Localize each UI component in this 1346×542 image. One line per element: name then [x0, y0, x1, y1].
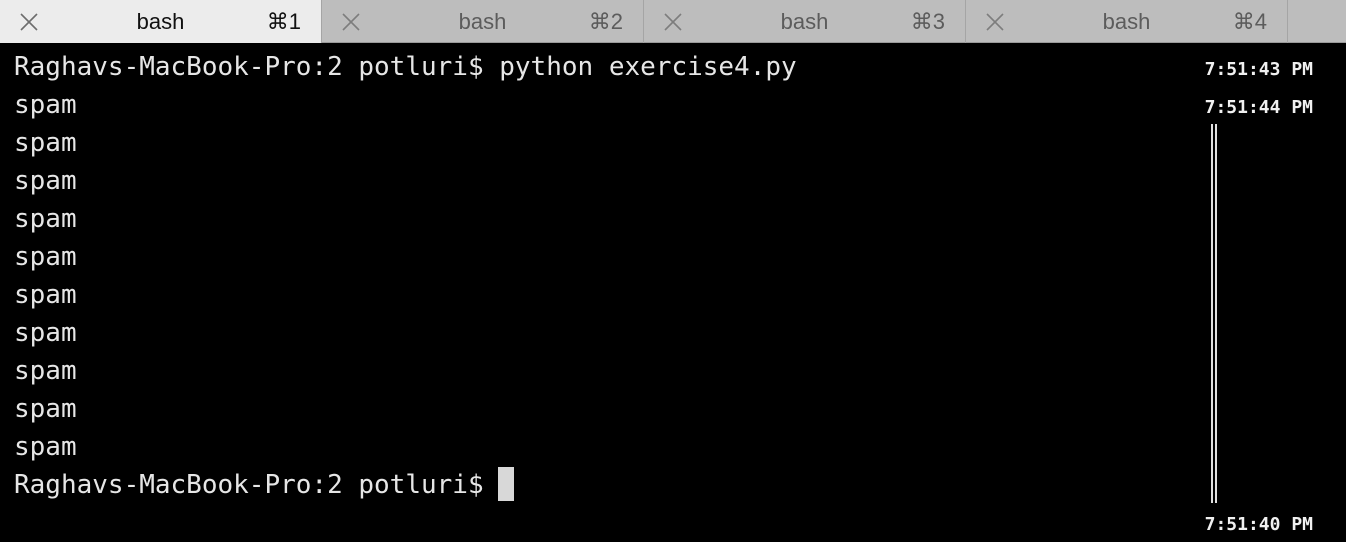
tab-2[interactable]: bash ⌘2 — [322, 0, 644, 43]
output-line: spam — [14, 432, 77, 462]
tab-1[interactable]: bash ⌘1 — [0, 0, 322, 43]
command-timestamp: 7:51:43 PM — [1204, 59, 1313, 80]
tab-bar-filler — [1288, 0, 1346, 43]
tab-3[interactable]: bash ⌘3 — [644, 0, 966, 43]
output-line: spam — [14, 242, 77, 272]
output-line: spam — [14, 318, 77, 348]
timestamp-range-bar — [1211, 124, 1217, 503]
text-cursor — [497, 466, 514, 501]
output-timestamp: 7:51:44 PM — [1204, 97, 1313, 118]
output-line: spam — [14, 394, 77, 424]
command-line: Raghavs-MacBook-Pro:2 potluri$ python ex… — [14, 52, 797, 82]
tab-4[interactable]: bash ⌘4 — [966, 0, 1288, 43]
output-line: spam — [14, 166, 77, 196]
terminal-window: bash ⌘1 bash ⌘2 bash ⌘3 bash ⌘4 Raghavs-… — [0, 0, 1346, 542]
tab-shortcut: ⌘3 — [910, 9, 945, 34]
current-timestamp: 7:51:40 PM — [1204, 514, 1313, 535]
output-line: spam — [14, 280, 77, 310]
terminal-output[interactable]: Raghavs-MacBook-Pro:2 potluri$ python ex… — [0, 43, 1346, 542]
prompt-line[interactable]: Raghavs-MacBook-Pro:2 potluri$ — [14, 466, 514, 504]
output-line: spam — [14, 90, 77, 120]
tab-shortcut: ⌘2 — [588, 9, 623, 34]
prompt-text: Raghavs-MacBook-Pro:2 potluri$ — [14, 470, 484, 500]
output-line: spam — [14, 128, 77, 158]
tab-shortcut: ⌘1 — [266, 9, 301, 34]
tab-shortcut: ⌘4 — [1232, 9, 1267, 34]
output-line: spam — [14, 356, 77, 386]
output-line: spam — [14, 204, 77, 234]
tab-bar: bash ⌘1 bash ⌘2 bash ⌘3 bash ⌘4 — [0, 0, 1346, 43]
